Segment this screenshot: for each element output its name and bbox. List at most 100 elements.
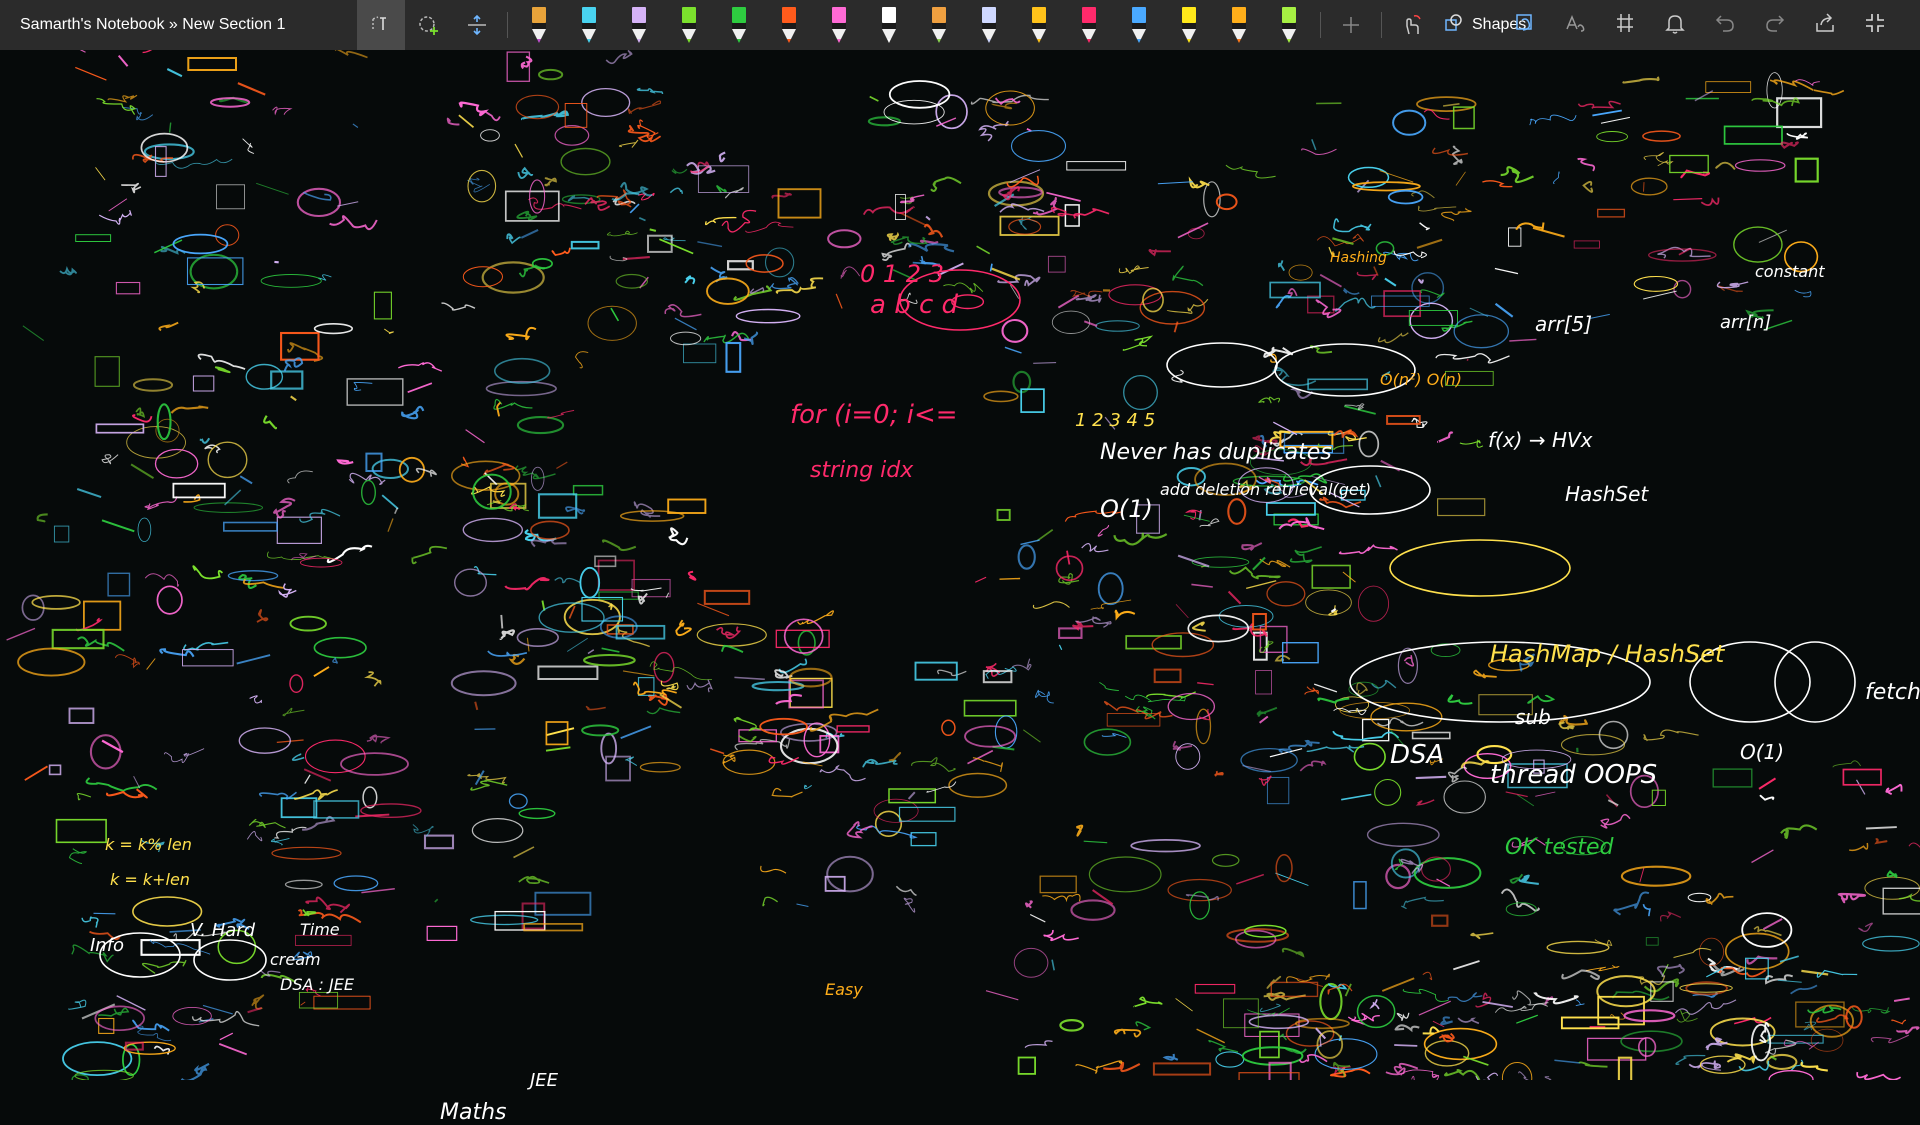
add-space-button[interactable] — [405, 0, 453, 50]
ink-stroke — [665, 305, 701, 317]
ink-stroke — [164, 749, 204, 763]
redo-button[interactable] — [1750, 0, 1800, 50]
pen-cyan-button[interactable] — [564, 0, 614, 50]
ink-strokes — [0, 50, 1920, 1080]
ink-stroke — [870, 97, 879, 101]
ruler-button[interactable] — [1600, 0, 1650, 50]
ink-stroke — [475, 702, 477, 710]
ink-note: DSA — [1390, 740, 1444, 770]
pen-orange-purple-button[interactable] — [514, 0, 564, 50]
ink-stroke — [1401, 1070, 1439, 1080]
ink-to-text-button[interactable] — [1550, 0, 1600, 50]
ink-stroke — [108, 95, 137, 102]
ink-stroke — [909, 244, 954, 251]
ink-stroke — [582, 725, 618, 735]
ink-stroke — [1385, 279, 1396, 286]
ink-stroke — [1625, 1010, 1675, 1021]
ink-stroke — [1673, 199, 1702, 200]
ink-stroke — [484, 464, 514, 476]
pen-green-button[interactable] — [664, 0, 714, 50]
ink-stroke — [102, 520, 134, 531]
ink-note: string idx — [810, 458, 913, 483]
ink-stroke — [1482, 181, 1512, 187]
ink-stroke — [402, 407, 423, 418]
ink-stroke — [1052, 960, 1054, 971]
ink-stroke — [488, 651, 527, 656]
ink-stroke — [1802, 1062, 1828, 1070]
ink-stroke — [1808, 1007, 1841, 1013]
ink-stroke — [1519, 876, 1538, 884]
ink-note: Time — [300, 920, 340, 939]
ink-stroke — [290, 617, 326, 631]
touch-drawing-button[interactable] — [1388, 0, 1436, 50]
ink-stroke — [1456, 172, 1466, 186]
ink-stroke — [587, 707, 606, 710]
ink-stroke — [238, 83, 265, 95]
ink-stroke — [1060, 1020, 1083, 1030]
ink-stroke — [965, 701, 1016, 716]
ink-stroke — [283, 708, 304, 716]
ink-stroke — [1677, 1010, 1698, 1022]
pen-light-blue-button[interactable] — [964, 0, 1014, 50]
ink-stroke — [1226, 165, 1276, 178]
ink-stroke — [25, 766, 48, 780]
ink-stroke — [228, 571, 277, 581]
ink-stroke — [1438, 433, 1453, 442]
undo-button[interactable] — [1700, 0, 1750, 50]
pen-sky-blue-button[interactable] — [1114, 0, 1164, 50]
ink-stroke — [1256, 671, 1272, 695]
ink-stroke — [539, 494, 576, 517]
ink-stroke — [1634, 277, 1677, 292]
notifications-button[interactable] — [1650, 0, 1700, 50]
ink-stroke — [82, 917, 98, 927]
pen-rainbow-button[interactable] — [914, 0, 964, 50]
pen-icon — [679, 7, 699, 43]
ink-stroke — [1341, 795, 1371, 800]
bell-icon — [1663, 11, 1687, 40]
ink-to-text-lasso-button[interactable] — [357, 0, 405, 50]
ink-stroke — [1168, 880, 1231, 901]
ink-to-shape-button[interactable] — [1500, 0, 1550, 50]
ink-stroke — [1553, 172, 1559, 184]
ink-stroke — [1339, 545, 1397, 554]
ink-stroke — [1445, 1070, 1479, 1080]
ink-note: HashMap / HashSet — [1490, 640, 1724, 668]
highlighter-green-button[interactable] — [714, 0, 764, 50]
ink-stroke — [555, 578, 581, 583]
pen-orange-red-button[interactable] — [764, 0, 814, 50]
exit-fullscreen-button[interactable] — [1850, 0, 1900, 50]
ink-stroke — [1640, 868, 1644, 882]
ink-stroke — [95, 357, 119, 387]
pen-yellow-button[interactable] — [1164, 0, 1214, 50]
ink-stroke — [1382, 978, 1414, 991]
pen-white-button[interactable] — [864, 0, 914, 50]
ink-stroke — [7, 628, 35, 640]
ink-stroke — [634, 502, 660, 517]
ink-stroke — [1509, 339, 1536, 341]
title-bar: Samarth's Notebook » New Section 1 — [0, 0, 1920, 50]
ink-stroke — [160, 649, 193, 656]
ink-stroke — [671, 332, 701, 345]
ink-stroke — [1236, 931, 1276, 948]
ink-stroke — [685, 276, 694, 284]
pen-yellow-orange-button[interactable] — [1014, 0, 1064, 50]
ink-stroke — [1046, 193, 1080, 201]
insert-space-button[interactable] — [453, 0, 501, 50]
infinite-canvas[interactable]: DSAHashMap / HashSetthread OOPSNever has… — [0, 50, 1920, 1080]
ink-stroke — [1267, 777, 1288, 803]
ink-stroke — [1448, 695, 1472, 704]
add-pen-button[interactable] — [1327, 0, 1375, 50]
pen-lime-button[interactable] — [1264, 0, 1314, 50]
ink-stroke — [1308, 296, 1334, 313]
share-button[interactable] — [1800, 0, 1850, 50]
ink-stroke — [208, 442, 247, 477]
ink-stroke — [314, 996, 370, 1009]
ink-stroke — [1260, 1004, 1280, 1011]
pen-amber-button[interactable] — [1214, 0, 1264, 50]
pen-lavender-button[interactable] — [614, 0, 664, 50]
ink-stroke — [468, 178, 490, 192]
pen-pink-button[interactable] — [814, 0, 864, 50]
ink-stroke — [425, 836, 453, 849]
ink-stroke — [1857, 1072, 1900, 1080]
pen-crimson-button[interactable] — [1064, 0, 1114, 50]
